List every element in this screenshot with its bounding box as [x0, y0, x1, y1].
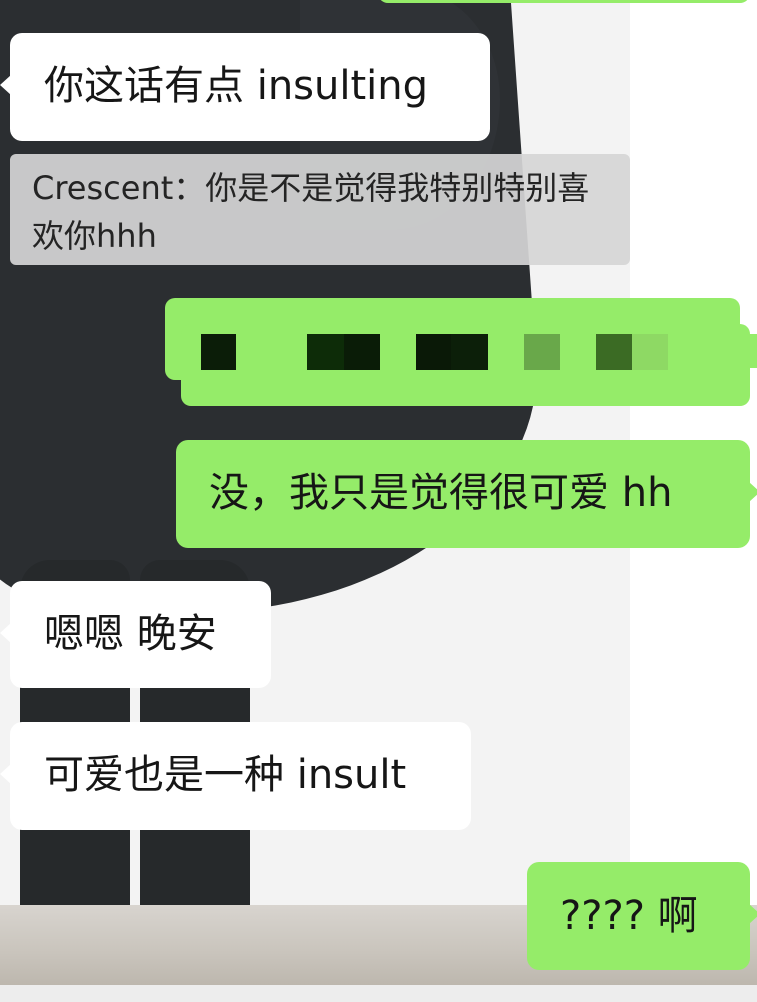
incoming-message-bubble[interactable]: 你这话有点 insulting	[0, 33, 490, 141]
message-text: 嗯嗯 晚安	[44, 611, 217, 657]
mosaic-block	[344, 334, 380, 370]
quoted-message[interactable]: Crescent：你是不是觉得我特别特别喜欢你hhh	[10, 154, 630, 265]
mosaic-block	[596, 334, 632, 370]
input-bar-edge	[0, 985, 757, 1002]
message-text: 你这话有点 insulting	[44, 63, 429, 109]
redacted-bubble-tail	[725, 334, 757, 368]
mosaic-block	[416, 334, 451, 370]
outgoing-message-bubble-redacted[interactable]	[165, 298, 757, 406]
mosaic-block	[632, 334, 668, 370]
message-text: ???? 啊	[560, 893, 698, 939]
message-text: 可爱也是一种 insult	[44, 752, 407, 798]
message-text: 没，我只是觉得很可爱 hh	[209, 470, 673, 516]
outgoing-message-bubble[interactable]: 没，我只是觉得很可爱 hh	[176, 440, 757, 548]
mosaic-block	[451, 334, 488, 370]
outgoing-message-bubble[interactable]: ???? 啊	[527, 862, 757, 970]
chat-area: 你这话有点 insulting Crescent：你是不是觉得我特别特别喜欢你h…	[0, 0, 757, 1002]
quoted-message-text: Crescent：你是不是觉得我特别特别喜欢你hhh	[32, 169, 590, 255]
mosaic-block	[307, 334, 344, 370]
mosaic-block	[201, 334, 236, 370]
outgoing-message-bubble-partial[interactable]	[378, 0, 750, 3]
incoming-message-bubble[interactable]: 嗯嗯 晚安	[0, 581, 271, 688]
incoming-message-bubble[interactable]: 可爱也是一种 insult	[0, 722, 471, 830]
mosaic-block	[524, 334, 560, 370]
